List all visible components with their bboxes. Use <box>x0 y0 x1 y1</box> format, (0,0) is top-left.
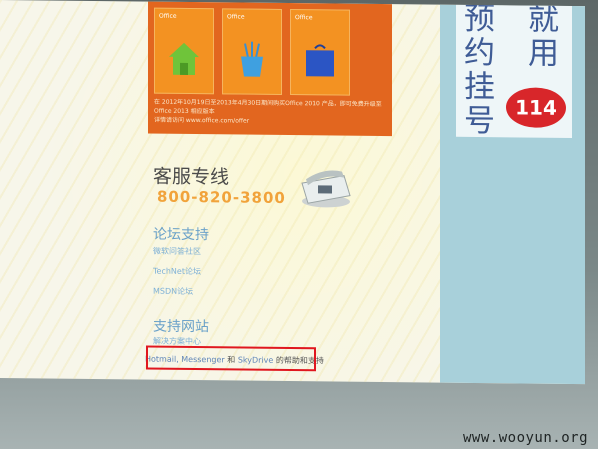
office-promo-banner[interactable]: Office Office Office 在 2012年10月19日至2013年… <box>148 1 392 137</box>
highlight-box <box>146 345 316 372</box>
product-caption: Office <box>159 12 177 20</box>
support-site-title: 支持网站 <box>153 318 209 336</box>
briefcase-icon <box>306 44 334 77</box>
ad-char: 用 <box>528 35 559 72</box>
ad-char: 号 <box>464 102 495 140</box>
forum-link-answers[interactable]: 微软问答社区 <box>153 246 201 258</box>
promo-description: 在 2012年10月19日至2013年4月30日期间购买Office 2010 … <box>154 98 382 116</box>
promo-url[interactable]: 详情请访问 www.office.com/offer <box>154 116 386 127</box>
product-box[interactable]: Office <box>290 9 350 96</box>
telephone-icon <box>301 170 351 208</box>
product-caption: Office <box>295 14 313 22</box>
browser-page: 预 就 约 用 挂 号 114 Office Office Office 在 2… <box>0 0 585 385</box>
product-box[interactable]: Office <box>222 8 282 95</box>
forum-support-title: 论坛支持 <box>153 226 209 244</box>
pen-cup-icon <box>241 41 263 77</box>
forum-link-msdn[interactable]: MSDN论坛 <box>153 286 193 297</box>
watermark-text: www.wooyun.org <box>463 430 589 446</box>
product-box[interactable]: Office <box>154 7 214 95</box>
hotline-title: 客服专线 <box>153 165 230 189</box>
house-icon <box>169 42 199 76</box>
hotline-number: 800-820-3800 <box>157 187 286 207</box>
forum-link-technet[interactable]: TechNet论坛 <box>153 266 201 278</box>
badge-114: 114 <box>506 87 566 128</box>
promo-text: 在 2012年10月19日至2013年4月30日期间购买Office 2010 … <box>154 98 386 127</box>
product-caption: Office <box>227 13 245 21</box>
